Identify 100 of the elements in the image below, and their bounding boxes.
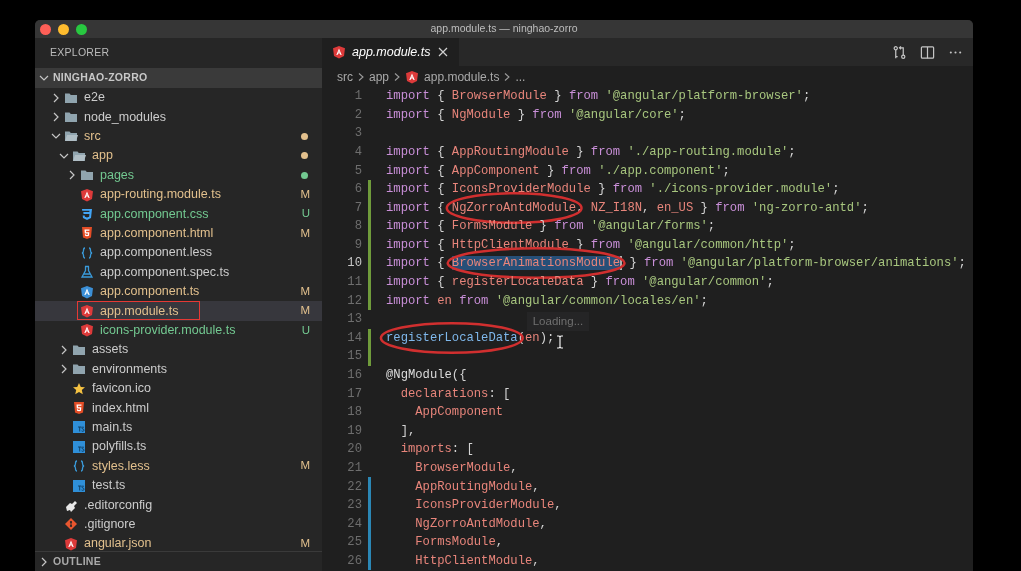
tree-item[interactable]: e2e [35,88,322,108]
line-number: 3 [353,125,362,143]
tree-item[interactable]: app.component.css U [35,204,322,224]
code-line: import { IconsProviderModule } from './icons-provider.module'; [386,181,840,199]
code-line: IconsProviderModule, [414,497,562,515]
editor-tab[interactable]: app.module.ts [322,38,459,66]
code-line: BrowserModule, [414,460,518,477]
braces-icon [72,459,86,474]
angular-icon [80,323,94,338]
line-number: 20 [346,441,362,459]
tree-item[interactable]: app.component.ts M [35,281,322,302]
line-number: 26 [346,553,362,570]
file-name: assets [92,341,129,359]
tab-label: app.module.ts [352,43,431,61]
angular-icon [64,536,78,551]
file-name: app.component.html [100,225,214,243]
code-line: import { AppComponent } from './app.component'; [386,162,730,180]
code-line: declarations: [ [399,385,511,403]
angular-icon [405,69,420,84]
git-status-label: M [300,458,310,474]
tree-item[interactable]: app.module.ts M [35,301,322,321]
tree-item[interactable]: app [35,146,322,166]
window-title: app.module.ts — ninghao-zorro [430,21,578,37]
file-name: app-routing.module.ts [100,186,221,204]
line-number: 2 [353,106,362,124]
git-file-icon [64,517,78,532]
line-number: 17 [346,385,362,403]
file-name: styles.less [92,457,150,475]
tree-item[interactable]: assets [35,340,322,360]
tree-item[interactable]: .editorconfig [35,495,322,515]
breadcrumb-item[interactable]: src [337,67,353,86]
breadcrumb-item[interactable]: app.module.ts [405,67,500,86]
section-title: OUTLINE [53,553,101,569]
panel-title: EXPLORER [50,45,110,61]
outline-section-header[interactable]: OUTLINE [35,552,101,571]
flask-icon [80,265,94,280]
line-number: 16 [346,367,362,385]
breadcrumb-item[interactable]: app [369,67,390,86]
tree-item[interactable]: environments [35,359,322,379]
git-status-label: M [300,283,310,299]
braces-icon [80,245,94,260]
file-name: app.module.ts [100,302,179,320]
code-line: import { registerLocaleData } from '@angular/common'; [386,274,774,292]
tree-item[interactable]: app.component.less [35,243,322,263]
zoom-window-button[interactable] [76,24,87,35]
file-name: app.component.less [100,244,212,262]
code-line: import { FormsModule } from '@angular/forms'; [386,218,716,236]
line-number: 6 [353,181,362,199]
git-status-label: M [300,536,310,551]
git-status-label: M [300,225,310,241]
chevron-right-icon [356,71,366,82]
file-name: src [84,128,101,146]
line-number: 24 [346,515,362,533]
tree-item[interactable]: app-routing.module.ts M [35,184,322,205]
folder-icon [64,110,78,125]
line-number: 25 [346,534,362,552]
code-line: import { BrowserAnimationsModule } from '@angular/platform-browser/animations'; [386,255,966,273]
tree-item[interactable]: styles.less M [35,456,322,476]
file-name: pages [100,166,135,184]
code-line: import { NgModule } from '@angular/core'; [386,106,686,124]
file-name: e2e [84,89,105,107]
angular-icon [332,45,346,59]
line-number: 9 [353,236,362,254]
file-name: favicon.ico [92,380,152,398]
code-line: ], [399,422,416,440]
file-name: angular.json [84,535,152,551]
tree-item[interactable]: polyfills.ts [35,437,322,457]
file-name: node_modules [84,108,166,126]
line-number: 8 [353,218,362,236]
tree-section-header[interactable]: NINGHAO-ZORRO [35,68,322,88]
line-number: 21 [346,460,362,477]
split-editor-icon[interactable] [920,44,935,60]
file-name: icons-provider.module.ts [100,322,236,339]
html-file-icon [72,400,86,415]
tree-item[interactable]: test.ts [35,475,322,496]
close-window-button[interactable] [40,24,51,35]
code-line: import { BrowserModule } from '@angular/platform-browser'; [386,88,811,106]
line-number: 1 [353,88,362,106]
angular-icon [80,187,94,202]
tree-item[interactable]: pages [35,165,322,185]
tree-item[interactable]: .gitignore [35,514,322,534]
line-number: 13 [346,311,362,329]
compare-changes-icon[interactable] [892,44,907,60]
star-icon [72,381,86,396]
tree-item[interactable]: favicon.ico [35,378,322,399]
file-name: app [92,147,113,165]
breadcrumb-item[interactable]: ... [515,67,526,86]
code-line: FormsModule, [414,534,504,552]
tree-item[interactable]: index.html [35,398,322,418]
tree-item[interactable]: angular.json M [35,534,322,551]
close-icon[interactable] [436,46,449,58]
tree-item[interactable]: node_modules [35,107,322,127]
tree-item[interactable]: src [35,126,322,147]
line-number: 23 [346,497,362,515]
tree-item[interactable]: main.ts [35,417,322,438]
breadcrumb-label: app.module.ts [424,68,500,86]
tree-item[interactable]: app.component.spec.ts [35,262,322,282]
minimize-window-button[interactable] [58,24,69,35]
tree-item[interactable]: app.component.html M [35,223,322,244]
tree-item[interactable]: icons-provider.module.ts U [35,320,322,341]
